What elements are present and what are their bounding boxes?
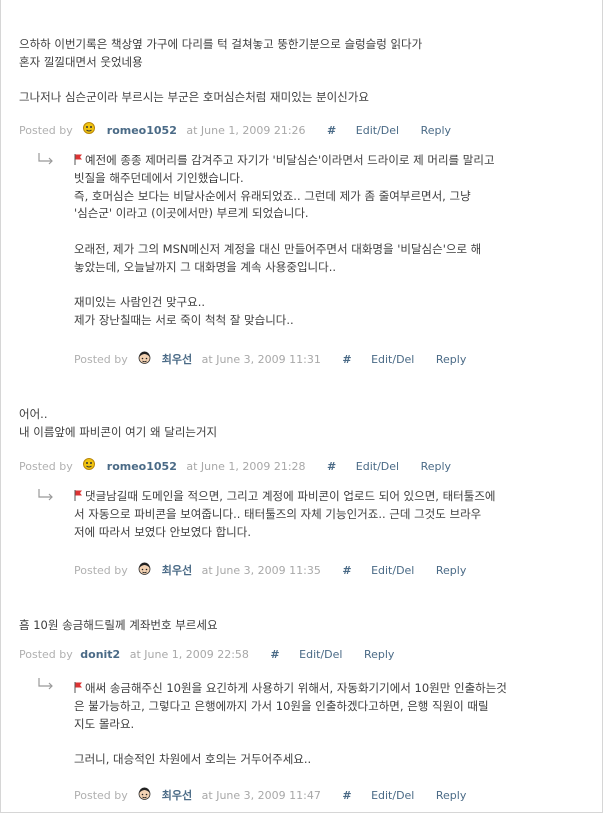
permalink-link[interactable]: # — [327, 460, 336, 473]
reply-line: 서 자동으로 파비콘을 보여줍니다.. 태터툴즈의 자체 기능인거죠.. 근데 … — [74, 506, 482, 521]
favicon-icon — [83, 458, 96, 470]
reply-line: 놓았는데, 오늘날까지 그 대화명을 계속 사용중입니다.. — [74, 259, 337, 274]
reply-line: 은 불가능하고, 그렇다고 은행에까지 가서 10원을 인출하겠다고하면, 은행… — [74, 698, 489, 713]
reply-author[interactable]: 최우선 — [162, 353, 192, 366]
comment-section: 으하하 이번기록은 책상옆 가구에 다리를 턱 걸쳐놓고 뚱한기분으로 슬렁슬렁… — [0, 0, 603, 813]
reply-arrow-icon — [38, 678, 53, 690]
avatar-icon — [138, 562, 151, 575]
at-label: at — [201, 789, 213, 802]
favicon-icon — [83, 122, 96, 134]
comment-line: 내 이름앞에 파비콘이 여기 왜 달리는거지 — [19, 424, 218, 439]
permalink-link[interactable]: # — [327, 124, 336, 137]
reply-line: 빗질을 해주던데에서 기인했습니다. — [74, 170, 244, 185]
reply-content: 애써 송금해주신 10원을 요긴하게 사용하기 위해서, 자동화기기에서 10원… — [74, 680, 584, 769]
permalink-link[interactable]: # — [270, 648, 279, 661]
avatar-icon — [138, 351, 151, 364]
flag-icon — [74, 682, 82, 693]
at-label: at — [201, 564, 213, 577]
comment: 으하하 이번기록은 책상옆 가구에 다리를 턱 걸쳐놓고 뚱한기분으로 슬렁슬렁… — [19, 36, 589, 107]
at-label: at — [201, 353, 213, 366]
reply-arrow-icon — [38, 153, 53, 165]
reply-link[interactable]: Reply — [421, 460, 451, 473]
edit-del-link[interactable]: Edit/Del — [371, 789, 414, 802]
comment-author[interactable]: romeo1052 — [107, 124, 177, 137]
permalink-link[interactable]: # — [342, 789, 351, 802]
at-label: at — [186, 124, 198, 137]
reply-line: 애써 송금해주신 10원을 요긴하게 사용하기 위해서, 자동화기기에서 10원… — [85, 681, 507, 695]
permalink-link[interactable]: # — [342, 353, 351, 366]
avatar-icon — [138, 787, 151, 800]
comment-body: 어어.. 내 이름앞에 파비콘이 여기 왜 달리는거지 — [19, 406, 589, 442]
comment-meta: Posted by romeo1052 at June 1, 2009 21:2… — [19, 457, 589, 475]
reply-link[interactable]: Reply — [421, 124, 451, 137]
reply-meta: Posted by 최우선 at June 3, 2009 11:35 # Ed… — [74, 561, 584, 579]
comment-author[interactable]: romeo1052 — [107, 460, 177, 473]
posted-by-label: Posted by — [74, 789, 128, 802]
posted-by-label: Posted by — [19, 460, 73, 473]
posted-by-label: Posted by — [74, 564, 128, 577]
flag-icon — [74, 490, 82, 501]
reply-author[interactable]: 최우선 — [162, 789, 192, 802]
reply-line: 오래전, 제가 그의 MSN메신저 계정을 대신 만들어주면서 대화명을 '비달… — [74, 241, 482, 256]
at-label: at — [129, 648, 141, 661]
comment-meta: Posted by donit2 at June 1, 2009 22:58 #… — [19, 646, 589, 664]
flag-icon — [74, 154, 82, 165]
reply-meta: Posted by 최우선 at June 3, 2009 11:31 # Ed… — [74, 350, 584, 368]
edit-del-link[interactable]: Edit/Del — [299, 648, 342, 661]
reply-date: June 3, 2009 11:31 — [216, 353, 321, 366]
reply-content: 예전에 종종 제머리를 감겨주고 자기가 '비달심슨'이라면서 드라이로 제 머… — [74, 152, 584, 330]
comment: 흠 10원 송금해드릴께 계좌번호 부르세요 — [19, 617, 589, 635]
comment-meta: Posted by romeo1052 at June 1, 2009 21:2… — [19, 121, 589, 139]
reply-body: 애써 송금해주신 10원을 요긴하게 사용하기 위해서, 자동화기기에서 10원… — [74, 680, 584, 769]
reply-body: 댓글남길때 도메인을 적으면, 그리고 계정에 파비콘이 업로드 되어 있으면,… — [74, 488, 584, 541]
comment-line: 흠 10원 송금해드릴께 계좌번호 부르세요 — [19, 618, 218, 632]
comment-date: June 1, 2009 21:28 — [200, 460, 306, 473]
reply-line: 즉, 호머심슨 보다는 비달사순에서 유래되었죠.. 그런데 제가 좀 줄여부르… — [74, 188, 471, 203]
at-label: at — [186, 460, 198, 473]
comment-date: June 1, 2009 21:26 — [200, 124, 306, 137]
reply-line: 그러니, 대승적인 차원에서 호의는 거두어주세요.. — [74, 752, 312, 767]
comment-body: 으하하 이번기록은 책상옆 가구에 다리를 턱 걸쳐놓고 뚱한기분으로 슬렁슬렁… — [19, 36, 589, 107]
reply-date: June 3, 2009 11:35 — [216, 564, 321, 577]
reply-body: 예전에 종종 제머리를 감겨주고 자기가 '비달심슨'이라면서 드라이로 제 머… — [74, 152, 584, 330]
edit-del-link[interactable]: Edit/Del — [371, 353, 414, 366]
reply-link[interactable]: Reply — [436, 353, 466, 366]
edit-del-link[interactable]: Edit/Del — [356, 124, 399, 137]
reply-link[interactable]: Reply — [436, 564, 466, 577]
reply-line: 예전에 종종 제머리를 감겨주고 자기가 '비달심슨'이라면서 드라이로 제 머… — [85, 153, 495, 167]
reply-line: 댓글남길때 도메인을 적으면, 그리고 계정에 파비콘이 업로드 되어 있으면,… — [85, 489, 496, 503]
comment-line: 그나저나 심슨군이라 부르시는 부군은 호머심슨처럼 재미있는 분이신가요 — [19, 90, 369, 105]
reply-line: 지도 몰라요. — [74, 716, 135, 731]
reply-content: 댓글남길때 도메인을 적으면, 그리고 계정에 파비콘이 업로드 되어 있으면,… — [74, 488, 584, 541]
comment-line: 혼자 낄낄대면서 웃었네용 — [19, 54, 143, 69]
reply-line: 재미있는 사람인건 맞구요.. — [74, 295, 206, 310]
comment-body: 흠 10원 송금해드릴께 계좌번호 부르세요 — [19, 617, 589, 635]
comment-line: 으하하 이번기록은 책상옆 가구에 다리를 턱 걸쳐놓고 뚱한기분으로 슬렁슬렁… — [19, 37, 423, 51]
edit-del-link[interactable]: Edit/Del — [371, 564, 414, 577]
posted-by-label: Posted by — [19, 648, 73, 661]
reply-author[interactable]: 최우선 — [162, 564, 192, 577]
posted-by-label: Posted by — [74, 353, 128, 366]
reply-line: '심슨군' 이라고 (이곳에서만) 부르게 되었습니다. — [74, 206, 309, 221]
comment-line: 어어.. — [19, 407, 48, 421]
comment: 어어.. 내 이름앞에 파비콘이 여기 왜 달리는거지 — [19, 406, 589, 442]
reply-link[interactable]: Reply — [436, 789, 466, 802]
comment-date: June 1, 2009 22:58 — [144, 648, 249, 661]
reply-meta: Posted by 최우선 at June 3, 2009 11:47 # Ed… — [74, 786, 584, 804]
reply-date: June 3, 2009 11:47 — [216, 789, 321, 802]
edit-del-link[interactable]: Edit/Del — [356, 460, 399, 473]
posted-by-label: Posted by — [19, 124, 73, 137]
reply-line: 저에 따라서 보였다 안보였다 합니다. — [74, 524, 251, 539]
reply-arrow-icon — [38, 489, 53, 501]
permalink-link[interactable]: # — [342, 564, 351, 577]
reply-line: 제가 장난칠때는 서로 죽이 척척 잘 맞습니다.. — [74, 313, 294, 328]
comment-author[interactable]: donit2 — [80, 648, 120, 661]
reply-link[interactable]: Reply — [364, 648, 394, 661]
